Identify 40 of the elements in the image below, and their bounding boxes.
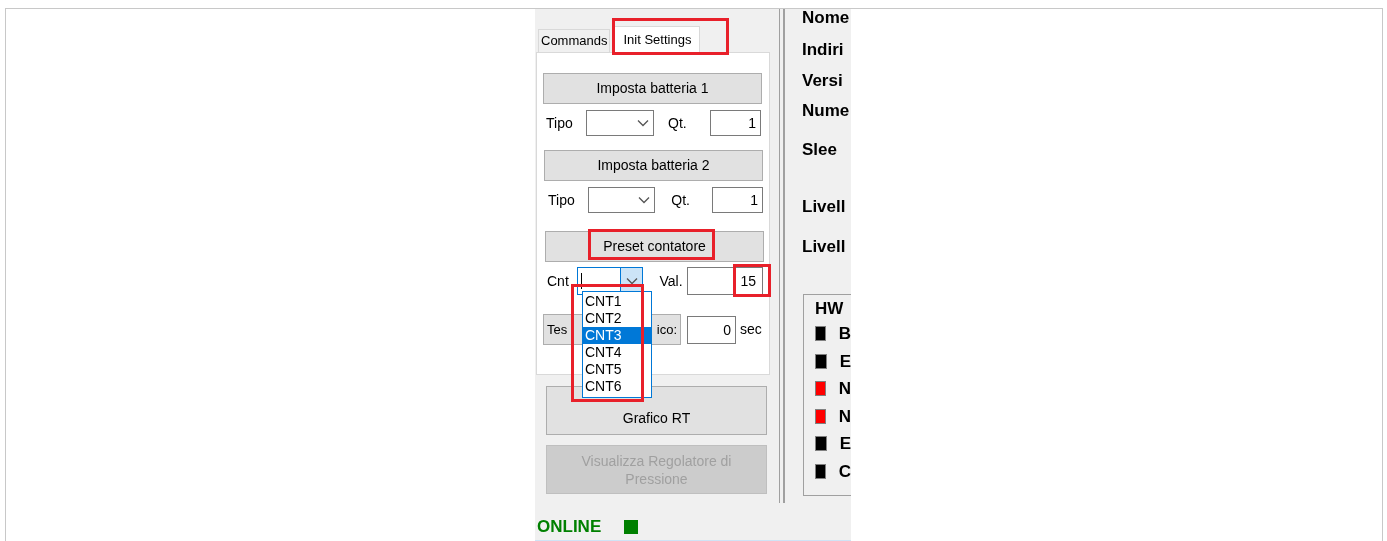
indicator-label: E (839, 350, 851, 373)
period-field[interactable]: 0 (687, 315, 736, 344)
quantity-field[interactable]: 1 (710, 110, 761, 136)
dropdown-option[interactable]: CNT5 (583, 361, 651, 378)
indicator-label: N (838, 378, 851, 400)
tab[interactable]: Commands (538, 29, 611, 52)
dropdown-option[interactable]: CNT3 (583, 327, 651, 344)
type-label: Tipo (546, 113, 574, 133)
chevron-down-icon (637, 119, 649, 127)
set-battery-button[interactable]: Imposta batteria 2 (544, 150, 763, 181)
tab[interactable]: Init Settings (614, 26, 701, 53)
indicator-label: N (838, 405, 851, 428)
set-battery-button[interactable]: Imposta batteria 1 (543, 73, 762, 104)
value-label: Val. (659, 271, 684, 291)
group-title: HW (815, 298, 845, 320)
field-label: Nume (802, 100, 851, 122)
field-label: Nome (802, 9, 851, 29)
value-field[interactable]: 15 (687, 267, 763, 295)
type-dropdown[interactable] (586, 110, 654, 136)
indicator-label: E (839, 433, 851, 455)
field-label: Indiri (802, 39, 845, 61)
type-dropdown[interactable] (587, 187, 656, 213)
indicator-label: B (838, 323, 851, 345)
quantity-label: Qt. (671, 190, 691, 210)
dropdown-option[interactable]: CNT1 (583, 293, 651, 310)
dropdown-option[interactable]: CNT4 (583, 344, 651, 361)
highlight-frame (733, 264, 771, 297)
quantity-field[interactable]: 1 (712, 187, 763, 213)
chevron-down-icon (638, 196, 651, 204)
unit-label: sec (740, 320, 762, 339)
field-label: Livell (802, 236, 847, 258)
field-label: Livell (802, 196, 847, 218)
field-label: Slee (802, 139, 838, 161)
chevron-down-icon (625, 277, 638, 285)
type-label: Tipo (548, 190, 576, 210)
status-text: ONLINE (537, 516, 602, 538)
quantity-label: Qt. (668, 113, 688, 133)
counter-label: Cnt (547, 271, 570, 291)
field-label: Versi (802, 70, 844, 92)
indicator-label: C (838, 460, 851, 483)
